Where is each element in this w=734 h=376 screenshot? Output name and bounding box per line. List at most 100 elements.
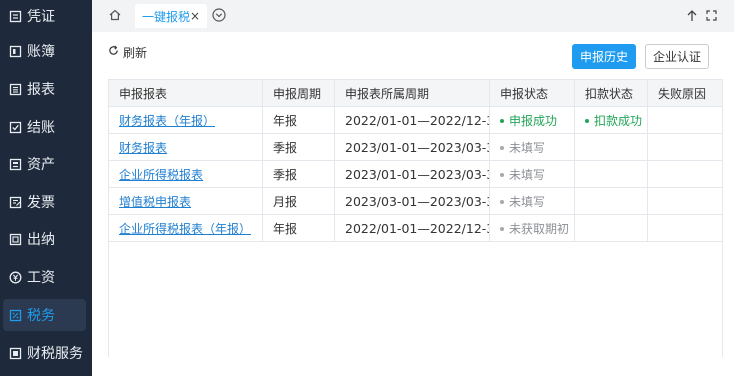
table-row: 财务报表（年报） 年报 2022/01-01—2022/12-31 申报成功 扣… <box>108 106 723 134</box>
sidebar-item-salary[interactable]: 工资 <box>0 261 92 293</box>
header-period: 申报周期 <box>262 79 335 107</box>
sidebar-item-label: 工资 <box>27 270 55 286</box>
date-range-cell: 2023/01-01—2023/03-31 <box>334 133 490 161</box>
sidebar-item-tax[interactable]: 税务 <box>3 299 86 331</box>
sidebar-item-report[interactable]: 报表 <box>0 73 92 105</box>
chevron-down-circle-icon[interactable] <box>211 7 227 23</box>
yen-icon <box>9 271 22 284</box>
sidebar-item-label: 发票 <box>27 195 55 211</box>
deduct-cell: 扣款成功 <box>574 106 648 134</box>
table-row: 财务报表 季报 2023/01-01—2023/03-31 未填写 <box>108 133 723 161</box>
date-range-cell: 2023/01-01—2023/03-31 <box>334 160 490 188</box>
period-cell: 年报 <box>262 106 335 134</box>
sidebar-item-ledger[interactable]: 账簿 <box>0 35 92 67</box>
fullscreen-icon[interactable] <box>706 10 717 21</box>
invoice-icon <box>9 196 22 209</box>
report-link[interactable]: 增值税申报表 <box>119 195 191 209</box>
sidebar-item-service[interactable]: 财税服务 <box>0 337 92 369</box>
deduct-text: 扣款成功 <box>594 113 643 128</box>
sidebar-item-label: 出纳 <box>27 232 55 248</box>
status-cell: 未填写 <box>489 133 575 161</box>
home-icon <box>109 9 121 24</box>
sidebar-item-label: 凭证 <box>27 9 55 25</box>
table-header-row: 申报报表 申报周期 申报表所属周期 申报状态 扣款状态 失败原因 <box>108 79 723 107</box>
report-icon <box>9 83 22 96</box>
voucher-icon <box>9 10 22 23</box>
period-cell: 季报 <box>262 160 335 188</box>
status-text: 未填写 <box>509 140 546 155</box>
tab-one-click-tax[interactable]: 一键报税 × <box>135 4 207 28</box>
deduct-cell <box>574 214 648 242</box>
period-cell: 年报 <box>262 214 335 242</box>
status-cell: 申报成功 <box>489 106 575 134</box>
reason-cell <box>647 160 723 188</box>
app-window: 凭证 账簿 报表 结账 资产 发票 出纳 工资 税务 财税服务 一键报税 × 刷… <box>0 0 734 376</box>
status-dot <box>500 146 504 150</box>
date-range-cell: 2022/01-01—2022/12-31 <box>334 214 490 242</box>
status-text: 申报成功 <box>509 113 558 128</box>
declaration-history-button[interactable]: 申报历史 <box>572 44 636 69</box>
deduct-cell <box>574 133 648 161</box>
tab-bar: 一键报税 × <box>92 0 734 32</box>
report-link[interactable]: 财务报表 <box>119 141 167 155</box>
deduct-cell <box>574 160 648 188</box>
table-row: 企业所得税报表（年报） 年报 2022/01-01—2022/12-31 未获取… <box>108 214 723 242</box>
status-dot <box>500 227 504 231</box>
status-dot <box>500 200 504 204</box>
status-cell: 未获取期初 <box>489 214 575 242</box>
period-cell: 月报 <box>262 187 335 215</box>
sidebar-item-asset[interactable]: 资产 <box>0 148 92 180</box>
sidebar-item-voucher[interactable]: 凭证 <box>0 0 92 32</box>
report-link[interactable]: 企业所得税报表 <box>119 168 203 182</box>
header-fail-reason: 失败原因 <box>647 79 723 107</box>
arrow-up-icon[interactable] <box>686 8 698 24</box>
cashier-icon <box>9 233 22 246</box>
date-range-cell: 2022/01-01—2022/12-31 <box>334 106 490 134</box>
service-icon <box>9 347 22 360</box>
header-date-range: 申报表所属周期 <box>334 79 490 107</box>
declaration-table: 申报报表 申报周期 申报表所属周期 申报状态 扣款状态 失败原因 财务报表（年报… <box>108 79 723 376</box>
checkout-icon <box>9 121 22 134</box>
enterprise-auth-button[interactable]: 企业认证 <box>645 44 709 69</box>
status-cell: 未填写 <box>489 187 575 215</box>
tax-icon <box>9 309 22 322</box>
reason-cell <box>647 187 723 215</box>
sidebar-item-label: 结账 <box>27 120 55 136</box>
report-link[interactable]: 企业所得税报表（年报） <box>119 222 251 236</box>
ledger-icon <box>9 45 22 58</box>
sidebar-item-label: 资产 <box>27 157 55 173</box>
refresh-label: 刷新 <box>123 45 148 60</box>
sidebar-item-label: 税务 <box>27 308 55 324</box>
date-range-cell: 2023/03-01—2023/03-31 <box>334 187 490 215</box>
sidebar-item-invoice[interactable]: 发票 <box>0 186 92 218</box>
reason-cell <box>647 106 723 134</box>
reason-cell <box>647 214 723 242</box>
report-link[interactable]: 财务报表（年报） <box>119 114 215 128</box>
tab-home[interactable] <box>104 5 126 27</box>
status-text: 未填写 <box>509 194 546 209</box>
sidebar: 凭证 账簿 报表 结账 资产 发票 出纳 工资 税务 财税服务 <box>0 0 92 376</box>
sidebar-item-checkout[interactable]: 结账 <box>0 111 92 143</box>
status-text: 未获取期初 <box>509 221 570 236</box>
refresh-icon <box>108 45 123 59</box>
sidebar-item-cashier[interactable]: 出纳 <box>0 223 92 255</box>
table-empty-area <box>108 241 723 357</box>
reason-cell <box>647 133 723 161</box>
close-icon[interactable]: × <box>189 9 201 23</box>
period-cell: 季报 <box>262 133 335 161</box>
refresh-button[interactable]: 刷新 <box>108 44 147 60</box>
asset-icon <box>9 158 22 171</box>
deduct-cell <box>574 187 648 215</box>
header-status: 申报状态 <box>489 79 575 107</box>
sidebar-item-label: 报表 <box>27 82 55 98</box>
sidebar-item-label: 账簿 <box>27 44 55 60</box>
header-report: 申报报表 <box>108 79 263 107</box>
status-text: 未填写 <box>509 167 546 182</box>
status-dot <box>500 173 504 177</box>
status-dot <box>585 119 589 123</box>
status-dot <box>500 119 504 123</box>
header-deduct-status: 扣款状态 <box>574 79 648 107</box>
table-row: 企业所得税报表 季报 2023/01-01—2023/03-31 未填写 <box>108 160 723 188</box>
tab-label: 一键报税 <box>142 9 191 24</box>
status-cell: 未填写 <box>489 160 575 188</box>
